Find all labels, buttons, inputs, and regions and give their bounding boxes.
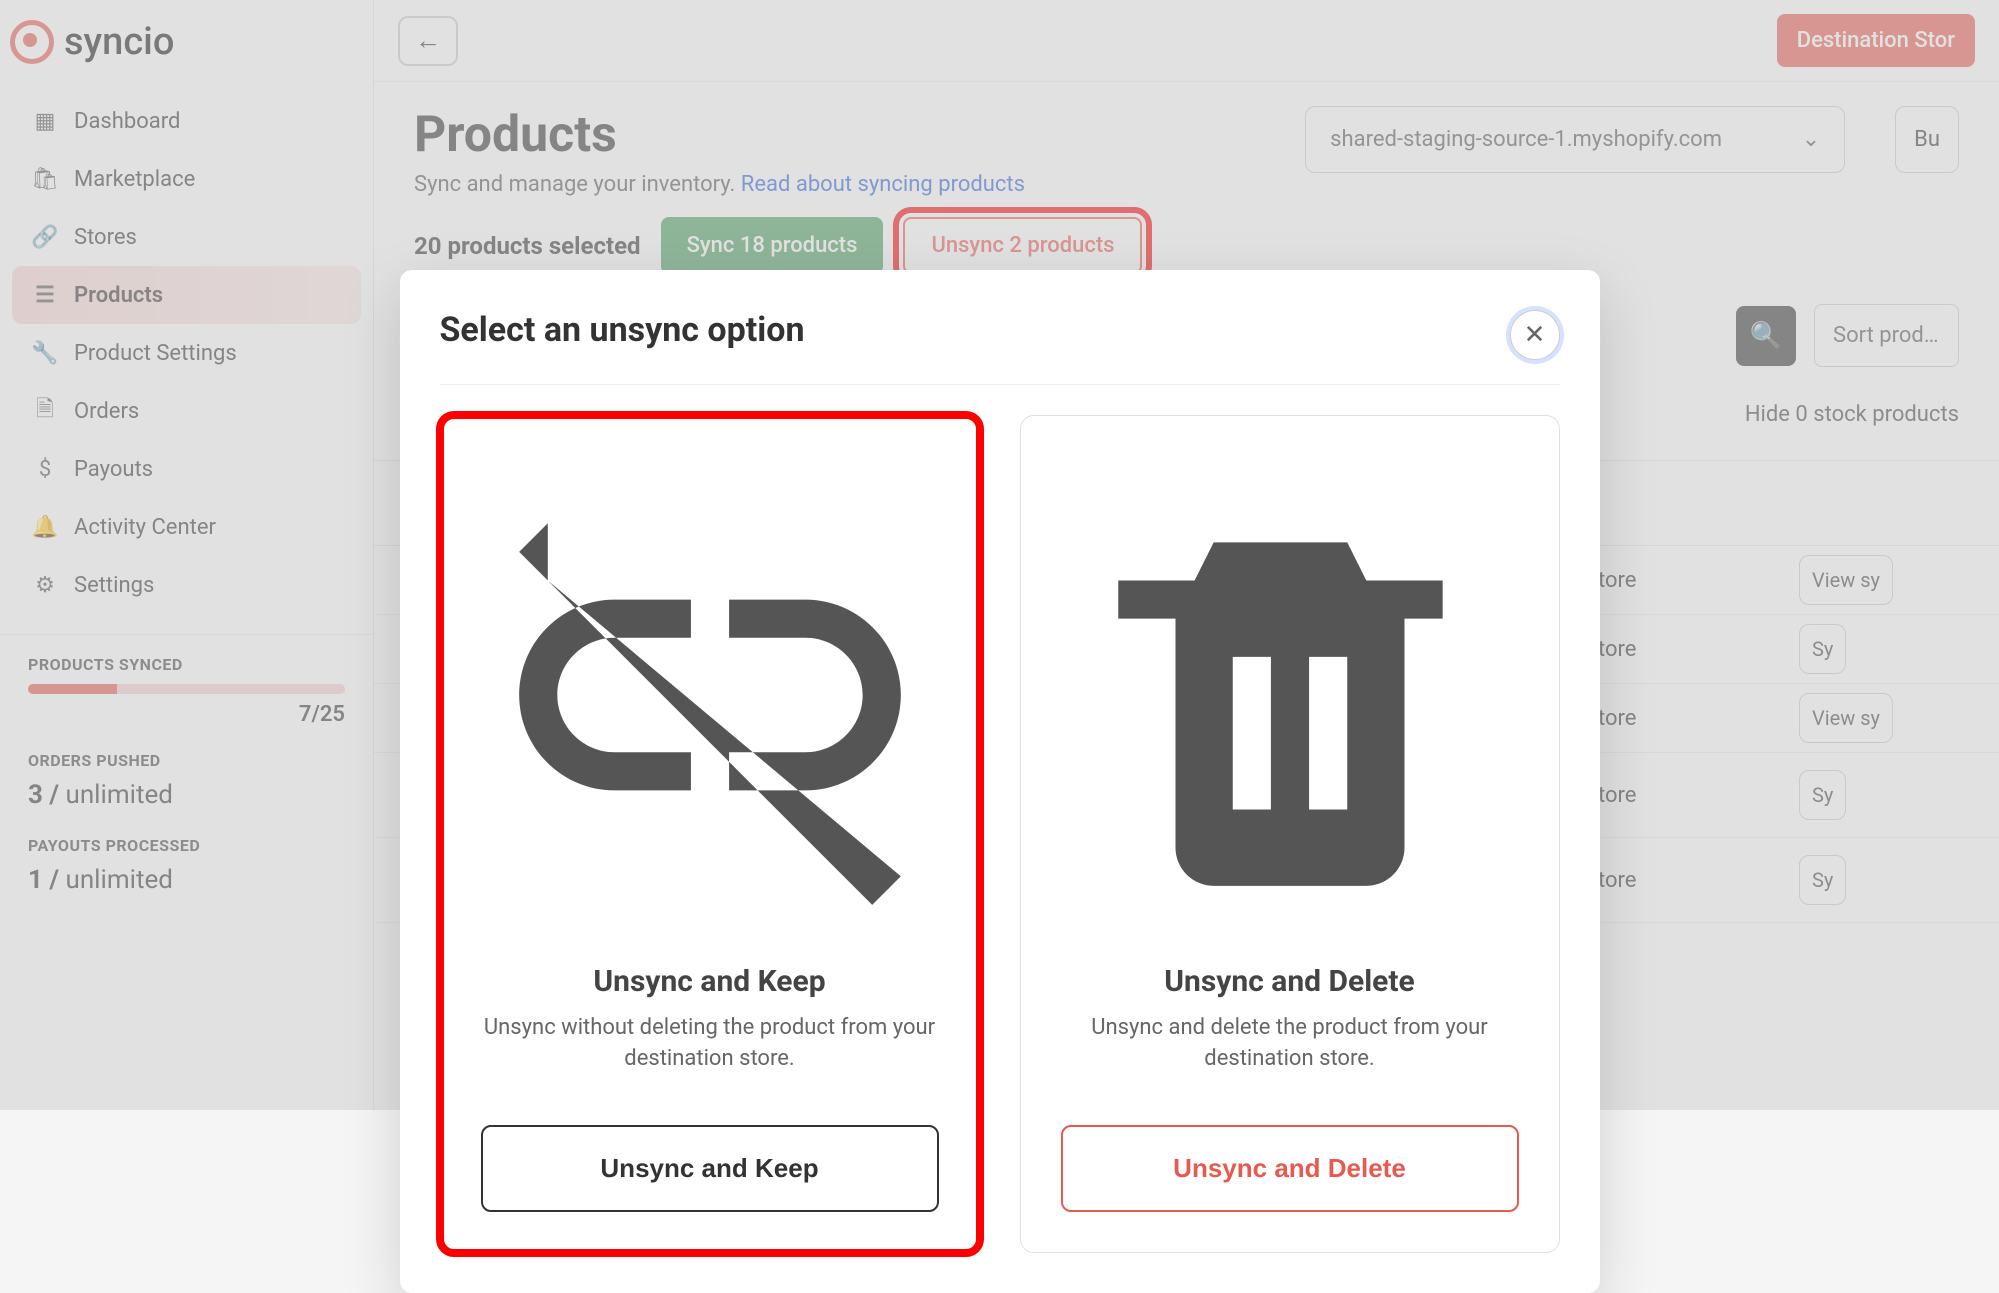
keep-desc: Unsync without deleting the product from… [481,1013,939,1075]
modal-title: Select an unsync option [440,310,805,350]
unsync-delete-option: Unsync and Delete Unsync and delete the … [1020,415,1560,1253]
unsync-keep-button[interactable]: Unsync and Keep [481,1125,939,1212]
unsync-delete-button[interactable]: Unsync and Delete [1061,1125,1519,1212]
trash-icon [1061,466,1519,936]
modal-overlay: Select an unsync option ✕ Unsync and Kee… [0,0,1999,1110]
unlink-icon [481,466,939,936]
delete-title: Unsync and Delete [1061,964,1519,999]
unsync-keep-option: Unsync and Keep Unsync without deleting … [440,415,980,1253]
keep-title: Unsync and Keep [481,964,939,999]
close-button[interactable]: ✕ [1510,310,1560,360]
delete-desc: Unsync and delete the product from your … [1061,1013,1519,1075]
unsync-modal: Select an unsync option ✕ Unsync and Kee… [400,270,1600,1293]
